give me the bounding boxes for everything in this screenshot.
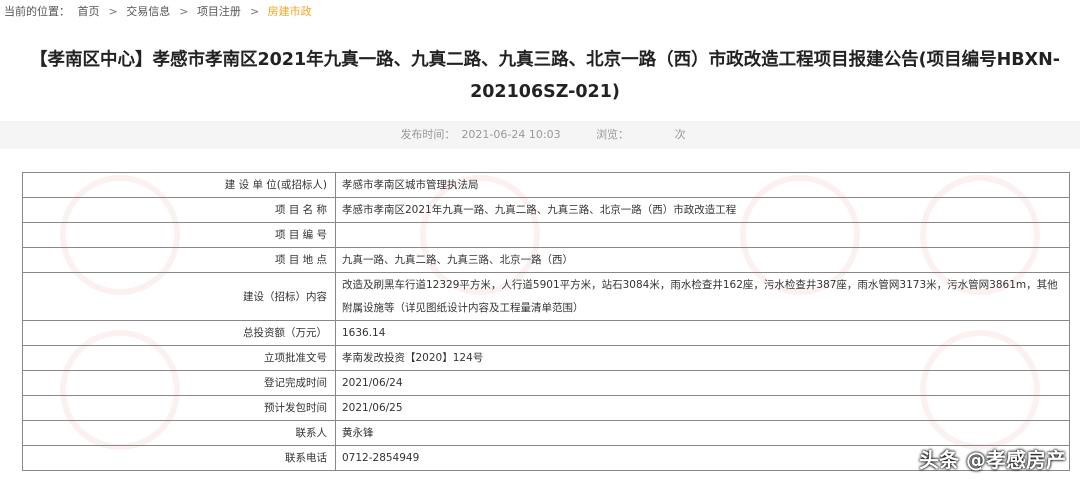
breadcrumb-prefix: 当前的位置： — [4, 5, 70, 18]
row-value: 改造及刷黑车行道12329平方米，人行道5901平方米，站石3084米，雨水检查… — [335, 272, 1070, 321]
row-label: 联系人 — [22, 420, 336, 446]
row-value: 2021/06/24 — [335, 370, 1070, 396]
project-info-table: 建 设 单 位(或招标人) 孝感市孝南区城市管理执法局项 目 名 称孝感市孝南区2… — [22, 172, 1070, 471]
row-value: 孝南发改投资【2020】124号 — [335, 345, 1070, 371]
row-value: 黄永锋 — [335, 420, 1070, 446]
row-label: 登记完成时间 — [22, 370, 336, 396]
table-row: 建设（招标）内容 改造及刷黑车行道12329平方米，人行道5901平方米，站石30… — [22, 272, 1070, 321]
table-row: 联系人 黄永锋 — [22, 420, 1070, 446]
row-label: 项 目 地 点 — [22, 247, 336, 273]
meta-bar: 发布时间： 2021-06-24 10:03 浏览： 次 — [0, 121, 1080, 149]
views-label: 浏览： — [596, 128, 630, 141]
table-row: 立项批准文号 孝南发改投资【2020】124号 — [22, 345, 1070, 371]
row-label: 联系电话 — [22, 445, 336, 471]
publish-time: 2021-06-24 10:03 — [461, 128, 561, 141]
breadcrumb-separator: > — [108, 5, 118, 18]
breadcrumb-trading[interactable]: 交易信息 — [126, 5, 170, 18]
row-value: 1636.14 — [335, 320, 1070, 346]
row-value: 孝感市孝南区2021年九真一路、九真二路、九真三路、北京一路（西）市政改造工程 — [335, 197, 1070, 223]
row-label: 预计发包时间 — [22, 395, 336, 421]
row-value: 2021/06/25 — [335, 395, 1070, 421]
row-label: 总投资额（万元） — [22, 320, 336, 346]
table-row: 预计发包时间 2021/06/25 — [22, 395, 1070, 421]
breadcrumb-current[interactable]: 房建市政 — [268, 5, 312, 18]
row-label: 建设（招标）内容 — [22, 272, 336, 321]
table-row: 建 设 单 位(或招标人) 孝感市孝南区城市管理执法局 — [22, 172, 1070, 198]
row-value — [335, 222, 1070, 248]
row-value: 九真一路、九真二路、九真三路、北京一路（西） — [335, 247, 1070, 273]
breadcrumb-separator: > — [249, 5, 260, 18]
row-label: 立项批准文号 — [22, 345, 336, 371]
row-label: 项 目 名 称 — [22, 197, 336, 223]
publish-label: 发布时间： — [400, 128, 456, 141]
brand-watermark: 头条 @孝感房产 — [919, 448, 1066, 472]
row-label: 项 目 编 号 — [22, 222, 336, 248]
breadcrumb-registration[interactable]: 项目注册 — [197, 5, 241, 18]
page-title: 【孝南区中心】孝感市孝南区2021年九真一路、九真二路、九真三路、北京一路（西）… — [29, 50, 1061, 102]
table-row: 项 目 名 称孝感市孝南区2021年九真一路、九真二路、九真三路、北京一路（西）… — [22, 197, 1070, 223]
table-row: 总投资额（万元） 1636.14 — [22, 320, 1070, 346]
table-row: 联系电话 0712-2854949 — [22, 445, 1070, 471]
views-unit: 次 — [674, 128, 686, 141]
table-row: 项 目 地 点九真一路、九真二路、九真三路、北京一路（西） — [22, 247, 1070, 273]
breadcrumb-home[interactable]: 首页 — [78, 5, 100, 18]
row-label: 建 设 单 位(或招标人) — [22, 172, 336, 198]
table-row: 登记完成时间 2021/06/24 — [22, 370, 1070, 396]
breadcrumb: 当前的位置： 首页 > 交易信息 > 项目注册 > 房建市政 — [4, 3, 316, 19]
row-value: 孝感市孝南区城市管理执法局 — [335, 172, 1070, 198]
breadcrumb-separator: > — [179, 5, 189, 18]
table-row: 项 目 编 号 — [22, 222, 1070, 248]
